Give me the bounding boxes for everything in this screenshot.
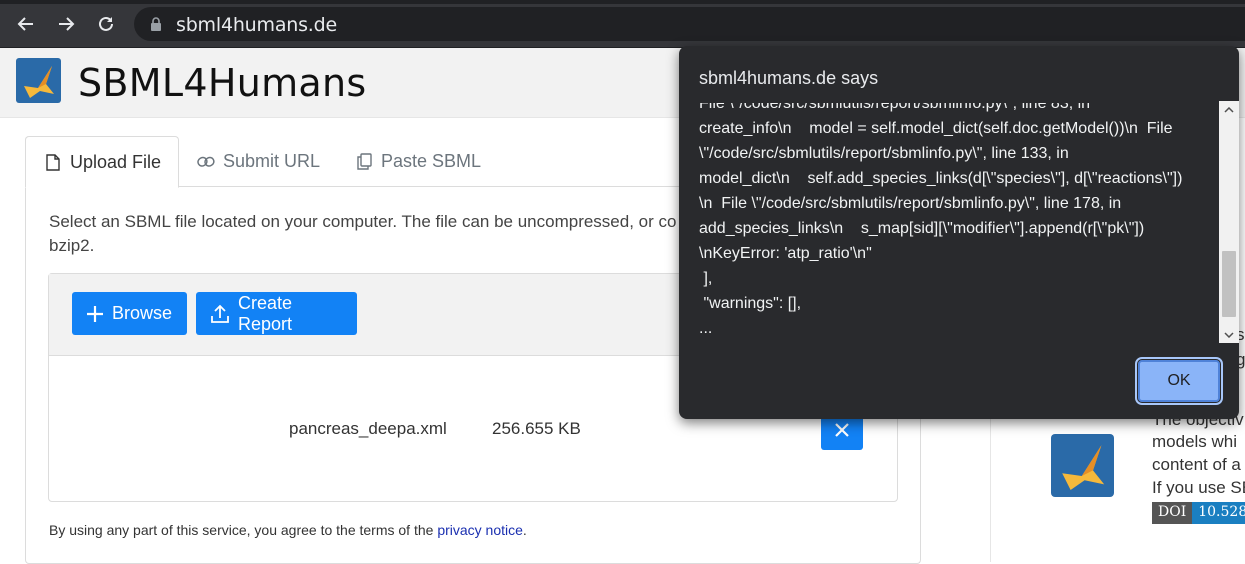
tab-label: Paste SBML [381,151,482,171]
browse-button[interactable]: Browse [72,292,187,335]
tab-paste-sbml[interactable]: Paste SBML [355,136,481,187]
lock-icon [151,17,161,31]
file-size: 256.655 KB [492,419,581,438]
link-icon [197,153,215,171]
copy-icon [355,153,373,171]
sidebar-logo [1051,434,1114,497]
dialog-scrollbar[interactable] [1219,101,1239,343]
doi-value: 10.528 [1192,502,1245,524]
back-icon[interactable] [12,10,40,38]
doi-badge[interactable]: DOI 10.528 [1152,502,1245,524]
upload-description: Select an SBML file located on your comp… [49,210,749,258]
forward-icon[interactable] [52,10,80,38]
sidebar-text-line: If you use SE [1152,478,1245,497]
reload-icon[interactable] [92,10,120,38]
description-line: bzip2. [49,236,95,255]
dialog-title: sbml4humans.de says [699,68,879,88]
description-line: Select an SBML file located on your comp… [49,212,677,231]
tab-label: Submit URL [223,151,321,171]
alert-dialog: sbml4humans.de says File \"/code/src/sbm… [679,46,1239,419]
upload-icon [210,304,230,324]
create-report-button[interactable]: Create Report [196,292,357,335]
dialog-message-text: File \"/code/src/sbmlutils/report/sbmlin… [699,103,1183,337]
scrollbar-thumb[interactable] [1222,251,1236,317]
sbml4humans-logo[interactable] [16,58,61,103]
tab-label: Upload File [70,151,162,172]
site-title[interactable]: SBML4Humans [78,61,366,105]
terms-text: By using any part of this service, you a… [49,522,438,538]
browse-label: Browse [112,303,173,323]
create-report-label: Create Report [238,292,293,334]
ok-button[interactable]: OK [1135,357,1223,405]
privacy-notice-link[interactable]: privacy notice [437,522,523,538]
address-bar[interactable]: sbml4humans.de [134,7,1245,41]
scroll-up-icon[interactable] [1219,101,1239,118]
tab-strip [0,0,1245,4]
sidebar-text-line: content of a [1152,455,1241,474]
browser-toolbar: sbml4humans.de [0,0,1245,48]
plus-icon [86,305,104,323]
terms-notice: By using any part of this service, you a… [49,522,527,538]
dialog-message[interactable]: File \"/code/src/sbmlutils/report/sbmlin… [699,103,1219,346]
tab-upload-file[interactable]: Upload File [25,136,180,188]
file-name: pancreas_deepa.xml [289,419,447,438]
scroll-down-icon[interactable] [1219,326,1239,343]
url-text: sbml4humans.de [176,14,338,36]
terms-suffix: . [522,522,527,538]
doi-key: DOI [1152,502,1193,524]
tab-submit-url[interactable]: Submit URL [197,136,320,187]
sidebar-text-line: models whi [1152,432,1238,451]
close-icon [835,422,849,437]
file-icon [44,153,62,171]
